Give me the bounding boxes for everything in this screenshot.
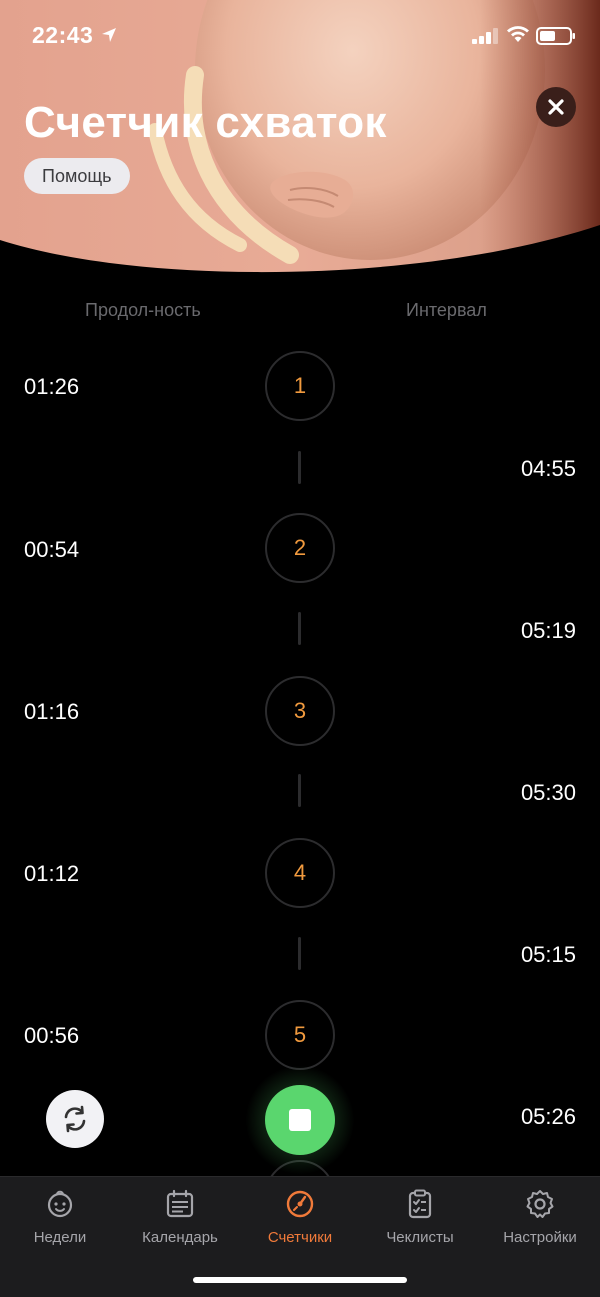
contraction-number[interactable]: 4: [265, 838, 335, 908]
stop-icon: [289, 1109, 311, 1131]
header: 22:43 Счетчик схваток Помощь: [0, 0, 600, 290]
contraction-duration: 00:54: [24, 537, 80, 562]
close-button[interactable]: [536, 87, 576, 127]
wifi-icon: [507, 26, 529, 42]
tab-label: Чеклисты: [386, 1229, 454, 1246]
baby-face-icon: [47, 1190, 73, 1218]
contraction-interval: 05:26: [520, 1104, 576, 1129]
contraction-interval: 05:30: [520, 780, 576, 805]
tab-label: Настройки: [503, 1229, 577, 1246]
contraction-interval: 05:19: [520, 618, 576, 643]
tab-settings[interactable]: Настройки: [480, 1177, 600, 1257]
battery-icon: [536, 27, 575, 45]
home-indicator: [193, 1277, 407, 1283]
status-time: 22:43: [32, 22, 94, 48]
timeline-connector: [298, 612, 301, 645]
contraction-interval: 04:55: [520, 456, 576, 481]
interval-column-header: Интервал: [406, 300, 487, 320]
tab-label: Счетчики: [267, 1229, 333, 1246]
cellular-signal-icon: [472, 28, 498, 44]
stop-button[interactable]: [265, 1085, 335, 1155]
contraction-duration: 01:12: [24, 861, 80, 886]
contraction-duration: 01:26: [24, 374, 80, 399]
tab-counters[interactable]: Счетчики: [240, 1177, 360, 1257]
timeline-connector: [298, 937, 301, 970]
tab-weeks[interactable]: Недели: [0, 1177, 120, 1257]
contraction-number[interactable]: 1: [265, 351, 335, 421]
page-title: Счетчик схваток: [24, 98, 387, 147]
contraction-interval: 05:15: [520, 942, 576, 967]
tab-label: Недели: [33, 1229, 87, 1246]
close-icon: [548, 99, 564, 115]
gear-icon: [526, 1190, 554, 1218]
contraction-number[interactable]: 5: [265, 1000, 335, 1070]
tab-label: Календарь: [142, 1229, 218, 1246]
contraction-number[interactable]: 3: [265, 676, 335, 746]
refresh-icon: [64, 1105, 86, 1133]
help-button[interactable]: Помощь: [24, 158, 130, 194]
reset-button[interactable]: [46, 1090, 104, 1148]
status-bar: 22:43: [0, 0, 600, 70]
tab-checklists[interactable]: Чеклисты: [360, 1177, 480, 1257]
timeline-connector: [298, 451, 301, 484]
stopwatch-icon: [286, 1190, 314, 1218]
contraction-number[interactable]: 2: [265, 513, 335, 583]
checklist-icon: [408, 1189, 432, 1219]
tab-calendar[interactable]: Календарь: [120, 1177, 240, 1257]
contraction-duration: 00:56: [24, 1023, 80, 1048]
calendar-icon: [166, 1189, 194, 1218]
location-arrow-icon: [102, 28, 116, 42]
timeline-connector: [298, 774, 301, 807]
contraction-duration: 01:16: [24, 699, 80, 724]
duration-column-header: Продол-ность: [85, 300, 201, 320]
